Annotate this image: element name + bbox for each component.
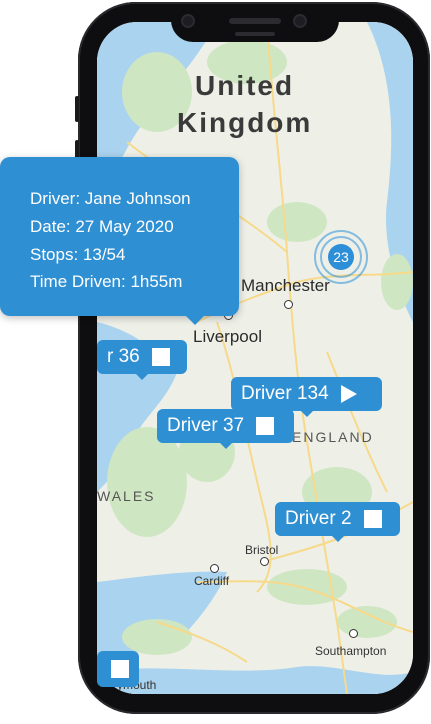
marker-pointer xyxy=(219,443,232,449)
camera-icon xyxy=(183,16,193,26)
city-label-liverpool: Liverpool xyxy=(193,327,262,346)
driver-marker-36[interactable]: r 36 xyxy=(97,340,187,380)
driver-marker-label: r 36 xyxy=(107,346,140,367)
city-dot-manchester xyxy=(284,300,293,309)
stop-icon xyxy=(151,348,170,366)
info-date: Date: 27 May 2020 xyxy=(30,217,174,236)
sensor-icon xyxy=(295,16,305,26)
country-label-line1: United xyxy=(195,70,295,101)
marker-pointer xyxy=(331,536,344,542)
city-label-bristol: Bristol xyxy=(245,543,279,557)
driver-marker-37[interactable]: Driver 37 xyxy=(157,409,294,449)
phone-notch xyxy=(171,4,339,42)
stop-icon xyxy=(363,510,382,528)
city-dot-bristol xyxy=(260,557,269,566)
notch-bar xyxy=(235,32,275,36)
driver-cluster-marker[interactable]: 23 xyxy=(314,230,368,284)
info-card-pointer xyxy=(186,316,204,325)
cluster-count: 23 xyxy=(328,244,354,270)
stop-icon xyxy=(111,660,129,678)
region-label-wales: WALES xyxy=(97,488,156,504)
city-dot-southampton xyxy=(349,629,358,638)
city-label-southampton: Southampton xyxy=(315,644,387,658)
marker-pointer xyxy=(136,374,148,380)
driver-marker-label: Driver 37 xyxy=(167,415,245,436)
mute-switch xyxy=(75,96,79,122)
driver-marker-label: Driver 134 xyxy=(241,383,329,404)
play-icon xyxy=(340,385,357,403)
info-stops: Stops: 13/54 xyxy=(30,245,126,264)
region-label-england: ENGLAND xyxy=(292,429,374,445)
marker-pointer xyxy=(300,411,313,417)
city-label-manchester: Manchester xyxy=(241,276,330,295)
driver-marker-label: Driver 2 xyxy=(285,508,352,529)
stop-icon xyxy=(256,417,275,435)
info-time-driven: Time Driven: 1h55m xyxy=(30,272,183,291)
driver-marker-2[interactable]: Driver 2 xyxy=(275,502,400,542)
city-label-cardiff: Cardiff xyxy=(194,574,230,588)
speaker-grille xyxy=(229,18,281,24)
driver-info-card[interactable]: Driver: Jane Johnson Date: 27 May 2020 S… xyxy=(0,157,239,325)
driver-marker-134[interactable]: Driver 134 xyxy=(231,377,382,417)
city-dot-cardiff xyxy=(210,564,219,573)
country-label-line2: Kingdom xyxy=(177,107,313,138)
driver-marker-bottom[interactable] xyxy=(97,651,139,687)
info-driver: Driver: Jane Johnson xyxy=(30,189,191,208)
